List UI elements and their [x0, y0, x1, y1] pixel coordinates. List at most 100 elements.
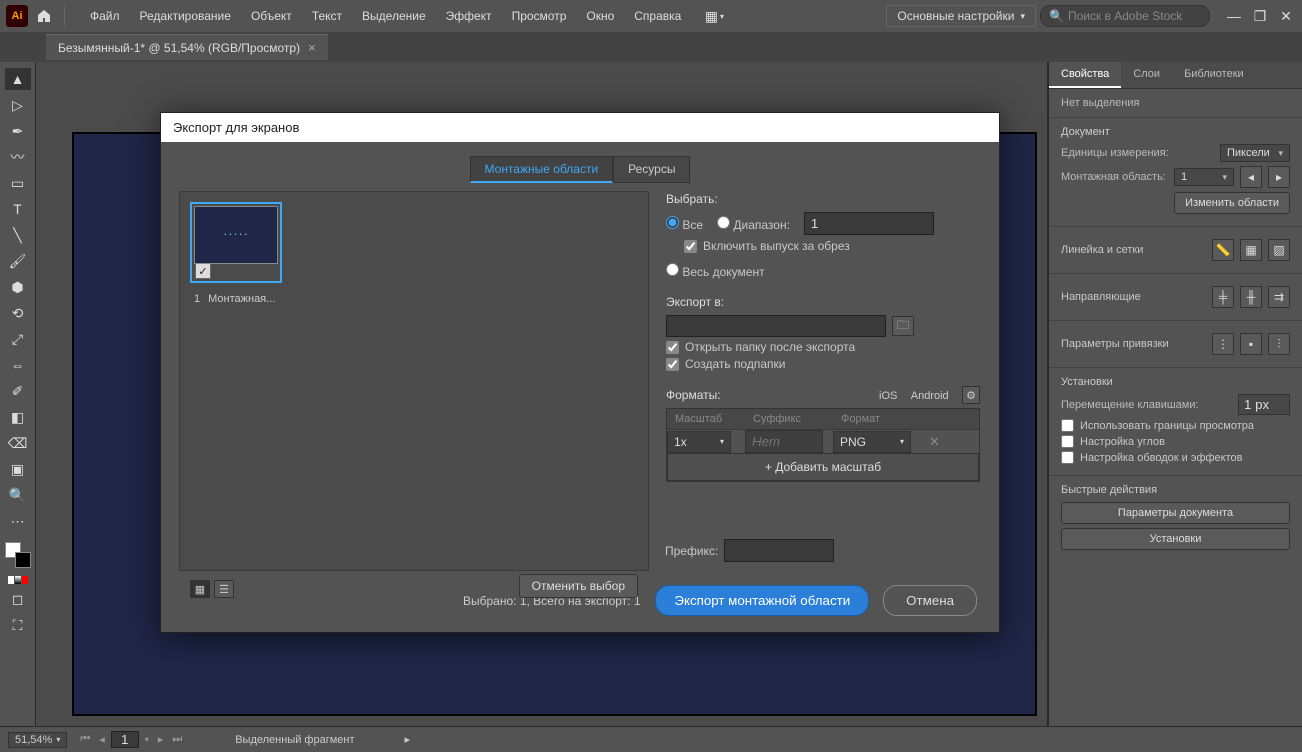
scale-select[interactable]: 1x▾ — [667, 431, 731, 453]
prefs-title: Установки — [1061, 376, 1290, 388]
doc-setup-button[interactable]: Параметры документа — [1061, 502, 1290, 524]
zoom-dropdown[interactable]: 51,54%▾ — [8, 732, 67, 748]
fill-stroke-swatch[interactable] — [5, 542, 31, 568]
maximize-button[interactable]: ❐ — [1250, 6, 1270, 26]
menu-file[interactable]: Файл — [81, 5, 129, 27]
direct-selection-tool[interactable]: ▷ — [5, 94, 31, 116]
smart-guides-icon[interactable]: ⇉ — [1268, 286, 1290, 308]
menu-window[interactable]: Окно — [577, 5, 623, 27]
create-subfolders-checkbox[interactable] — [666, 358, 679, 371]
stock-search-input[interactable]: 🔍 Поиск в Adobe Stock — [1040, 5, 1210, 27]
draw-mode[interactable]: ◻ — [5, 588, 31, 610]
menu-view[interactable]: Просмотр — [503, 5, 576, 27]
pen-tool[interactable]: ✒ — [5, 120, 31, 142]
format-select[interactable]: PNG▾ — [833, 431, 911, 453]
grid-view-icon[interactable]: ▦ — [190, 580, 210, 598]
prev-artboard-icon[interactable]: ◂ — [1240, 166, 1262, 188]
artboard-tool[interactable]: ▣ — [5, 458, 31, 480]
tab-close-icon[interactable]: × — [308, 40, 316, 55]
eraser-tool[interactable]: ⌫ — [5, 432, 31, 454]
workspace-switcher[interactable]: Основные настройки▾ — [886, 5, 1036, 27]
scale-corners-checkbox[interactable] — [1061, 435, 1074, 448]
home-icon[interactable] — [32, 4, 56, 28]
artboard-page-input[interactable] — [111, 731, 139, 748]
scale-strokes-checkbox[interactable] — [1061, 451, 1074, 464]
format-settings-icon[interactable]: ⚙ — [962, 386, 980, 404]
tab-libraries[interactable]: Библиотеки — [1172, 62, 1256, 88]
clear-selection-button[interactable]: Отменить выбор — [519, 574, 638, 598]
gradient-tool[interactable]: ◧ — [5, 406, 31, 428]
snap-pixel-icon[interactable]: ▪ — [1240, 333, 1262, 355]
grid-icon[interactable]: ▦ — [1240, 239, 1262, 261]
include-bleed-checkbox[interactable] — [684, 240, 697, 253]
edit-toolbar[interactable]: ⋯ — [5, 510, 31, 532]
radio-all[interactable] — [666, 216, 679, 229]
ios-preset-link[interactable]: iOS — [879, 390, 897, 402]
next-artboard-icon[interactable]: ▸ — [1268, 166, 1290, 188]
ruler-icon[interactable]: 📏 — [1212, 239, 1234, 261]
artboard-select[interactable]: 1 — [1174, 168, 1234, 186]
shape-builder-tool[interactable]: ⬢ — [5, 276, 31, 298]
export-path-input[interactable] — [666, 315, 886, 337]
preview-bounds-checkbox[interactable] — [1061, 419, 1074, 432]
eyedropper-tool[interactable]: ✐ — [5, 380, 31, 402]
zoom-tool[interactable]: 🔍 — [5, 484, 31, 506]
menu-select[interactable]: Выделение — [353, 5, 435, 27]
curvature-tool[interactable]: 〰 — [5, 146, 31, 168]
paintbrush-tool[interactable]: 🖌 — [5, 250, 31, 272]
tab-properties[interactable]: Свойства — [1049, 62, 1121, 88]
snap-point-icon[interactable]: ⋮ — [1212, 333, 1234, 355]
browse-folder-icon[interactable]: 🗀 — [892, 316, 914, 336]
snap-glyph-icon[interactable]: ⫶ — [1268, 333, 1290, 355]
range-input[interactable] — [804, 212, 934, 235]
export-artboard-button[interactable]: Экспорт монтажной области — [655, 585, 869, 616]
selection-tool[interactable]: ▲ — [5, 68, 31, 90]
nav-last-icon[interactable]: ⏭ — [169, 733, 185, 746]
remove-format-icon[interactable]: ✕ — [921, 434, 948, 450]
color-mode-row[interactable] — [8, 576, 28, 584]
width-tool[interactable]: ⇔ — [5, 354, 31, 376]
open-after-checkbox[interactable] — [666, 341, 679, 354]
list-view-icon[interactable]: ☰ — [214, 580, 234, 598]
guides-show-icon[interactable]: ╪ — [1212, 286, 1234, 308]
prefix-input[interactable] — [724, 539, 834, 562]
snap-label: Параметры привязки — [1061, 338, 1169, 350]
artboard-thumbnail[interactable]: • • • • • ✓ — [190, 202, 282, 283]
add-scale-button[interactable]: + Добавить масштаб — [667, 453, 979, 481]
preferences-button[interactable]: Установки — [1061, 528, 1290, 550]
edit-artboards-button[interactable]: Изменить области — [1174, 192, 1290, 214]
thumbnail-checkbox[interactable]: ✓ — [195, 263, 211, 279]
suffix-input[interactable] — [745, 430, 823, 453]
menu-edit[interactable]: Редактирование — [131, 5, 240, 27]
screen-mode[interactable]: ⛶ — [5, 614, 31, 636]
minimize-button[interactable]: — — [1224, 6, 1244, 26]
menu-effect[interactable]: Эффект — [437, 5, 501, 27]
close-button[interactable]: ✕ — [1276, 6, 1296, 26]
transparency-grid-icon[interactable]: ▨ — [1268, 239, 1290, 261]
type-tool[interactable]: T — [5, 198, 31, 220]
nav-prev-icon[interactable]: ◂ — [96, 733, 108, 746]
tab-artboards[interactable]: Монтажные области — [470, 156, 614, 183]
menu-type[interactable]: Текст — [303, 5, 351, 27]
units-select[interactable]: Пиксели — [1220, 144, 1290, 162]
cancel-button[interactable]: Отмена — [883, 585, 977, 616]
nav-first-icon[interactable]: ⏮ — [77, 733, 93, 746]
line-tool[interactable]: ╲ — [5, 224, 31, 246]
tab-assets[interactable]: Ресурсы — [613, 156, 690, 183]
radio-full-doc[interactable] — [666, 263, 679, 276]
arrange-docs-icon[interactable]: ▦ ▾ — [702, 4, 726, 28]
status-menu-icon[interactable]: ▸ — [405, 733, 411, 746]
radio-range[interactable] — [717, 216, 730, 229]
rotate-tool[interactable]: ⟲ — [5, 302, 31, 324]
key-increment-input[interactable] — [1238, 394, 1290, 415]
document-tab[interactable]: Безымянный-1* @ 51,54% (RGB/Просмотр) × — [46, 34, 328, 60]
android-preset-link[interactable]: Android — [911, 390, 949, 402]
menu-help[interactable]: Справка — [625, 5, 690, 27]
rectangle-tool[interactable]: ▭ — [5, 172, 31, 194]
guides-lock-icon[interactable]: ╫ — [1240, 286, 1262, 308]
menu-object[interactable]: Объект — [242, 5, 301, 27]
nav-next-icon[interactable]: ▸ — [155, 733, 167, 746]
scale-tool[interactable]: ⤢ — [5, 328, 31, 350]
tab-layers[interactable]: Слои — [1121, 62, 1172, 88]
artboard-list: • • • • • ✓ 1 Монтажная... ▦ ☰ Отменить … — [179, 191, 649, 571]
